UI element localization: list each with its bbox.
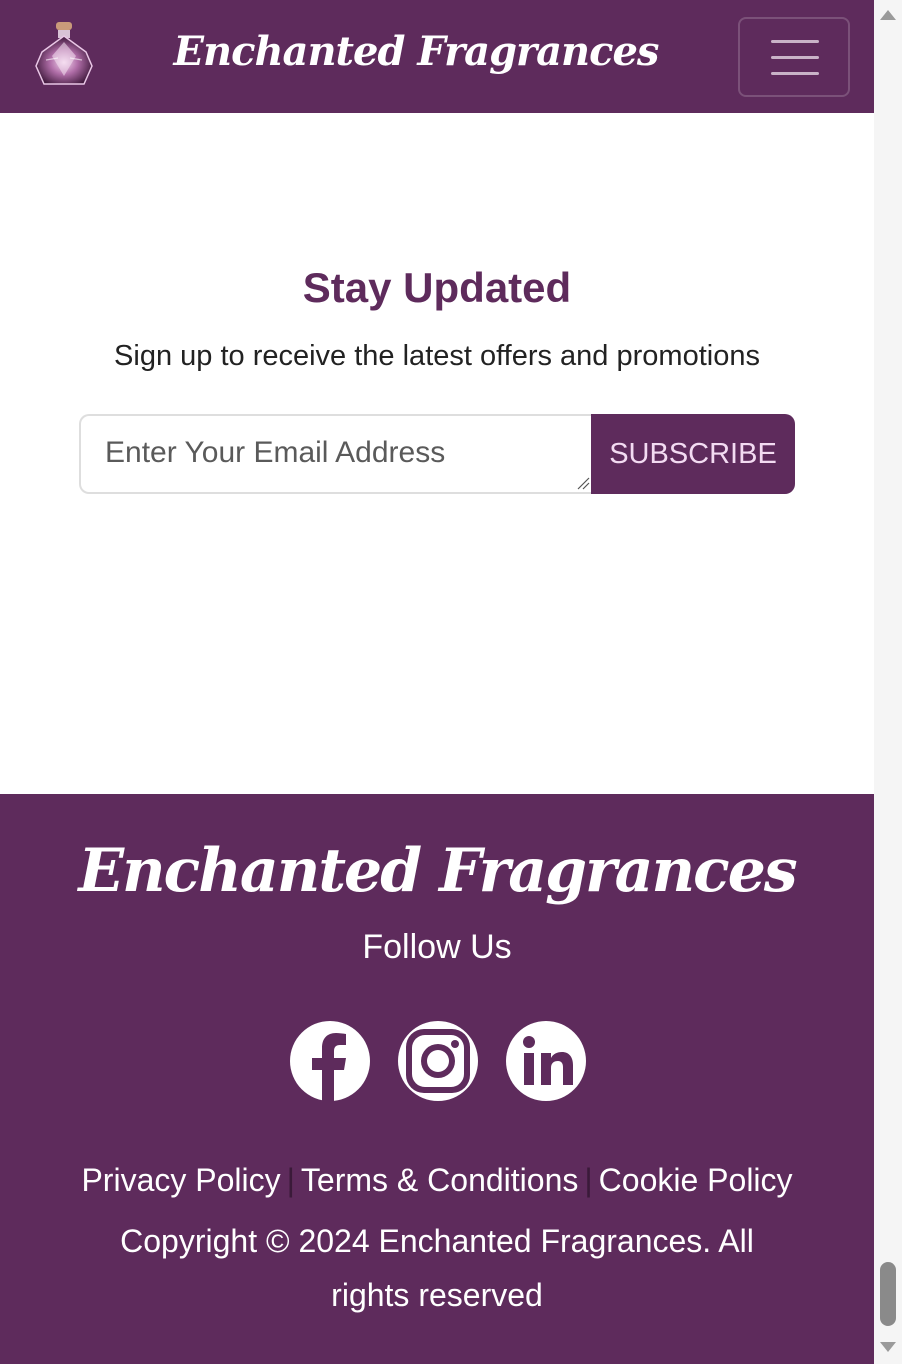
hamburger-menu-button[interactable] — [738, 17, 850, 97]
newsletter-title: Stay Updated — [302, 264, 572, 311]
hamburger-menu-icon — [771, 40, 819, 43]
follow-us-label: Follow Us — [362, 928, 512, 966]
instagram-icon[interactable] — [397, 1020, 479, 1102]
hamburger-line — [771, 72, 819, 75]
link-separator: | — [584, 1162, 593, 1198]
resize-grip-icon[interactable] — [576, 476, 590, 490]
email-field-wrapper — [79, 414, 592, 494]
social-links — [289, 1020, 589, 1102]
scroll-down-arrow-icon[interactable] — [880, 1342, 896, 1352]
page: Enchanted Fragrances Stay Updated Sign u… — [0, 0, 874, 1364]
link-separator: | — [286, 1162, 295, 1198]
subscribe-button[interactable]: SUBSCRIBE — [591, 414, 795, 494]
linkedin-icon[interactable] — [505, 1020, 587, 1102]
scrollbar-thumb[interactable] — [880, 1262, 896, 1326]
brand-title[interactable]: Enchanted Fragrances — [0, 28, 832, 75]
footer: Enchanted Fragrances Follow Us Privacy P… — [0, 794, 874, 1364]
hamburger-line — [771, 56, 819, 59]
facebook-icon[interactable] — [289, 1020, 371, 1102]
navbar: Enchanted Fragrances — [0, 0, 874, 113]
cookie-policy-link[interactable]: Cookie Policy — [599, 1162, 793, 1198]
footer-links: Privacy Policy | Terms & Conditions | Cookie… — [0, 1162, 874, 1199]
copyright-text: Copyright © 2024 Enchanted Fragrances. A… — [120, 1223, 754, 1313]
terms-conditions-link[interactable]: Terms & Conditions — [301, 1162, 578, 1198]
newsletter-subtitle: Sign up to receive the latest offers and… — [114, 340, 760, 372]
scroll-up-arrow-icon[interactable] — [880, 10, 896, 20]
footer-brand: Enchanted Fragrances — [78, 836, 797, 906]
vertical-scrollbar[interactable] — [874, 0, 902, 1364]
privacy-policy-link[interactable]: Privacy Policy — [81, 1162, 280, 1198]
email-field[interactable] — [81, 416, 592, 492]
